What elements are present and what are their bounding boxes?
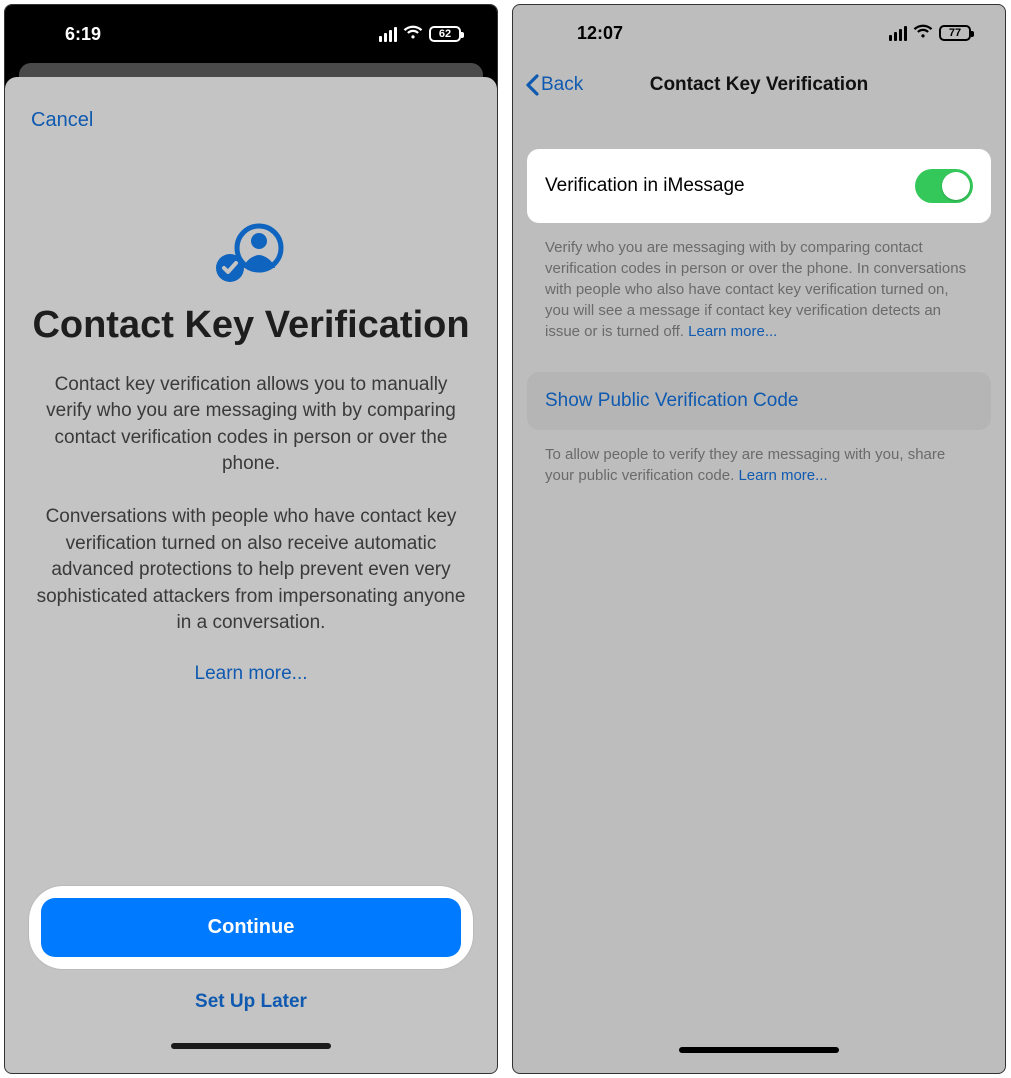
bottom-actions: Continue Set Up Later (27, 886, 475, 1073)
continue-button[interactable]: Continue (41, 898, 461, 957)
cellular-icon (889, 26, 907, 41)
nav-bar: Back Contact Key Verification (513, 61, 1005, 109)
battery-icon: 77 (939, 25, 971, 41)
battery-icon: 62 (429, 26, 461, 42)
cancel-button[interactable]: Cancel (27, 109, 475, 132)
status-bar: 12:07 77 (513, 5, 1005, 61)
back-button[interactable]: Back (525, 74, 583, 96)
toggle-label: Verification in iMessage (545, 175, 745, 197)
verification-toggle-cell: Verification in iMessage (527, 149, 991, 223)
set-up-later-button[interactable]: Set Up Later (27, 987, 475, 1043)
show-code-footer-learn-more[interactable]: Learn more... (738, 467, 827, 484)
toggle-footer-learn-more[interactable]: Learn more... (688, 323, 777, 340)
intro-sheet-screen: 6:19 62 Cancel Contact Key Verificat (4, 4, 498, 1074)
toggle-footer: Verify who you are messaging with by com… (527, 223, 991, 372)
continue-highlight: Continue (29, 886, 473, 969)
status-indicators: 62 (379, 24, 461, 45)
toggle-knob (942, 172, 970, 200)
home-indicator[interactable] (679, 1047, 839, 1053)
status-indicators: 77 (889, 23, 971, 44)
intro-paragraph-2: Conversations with people who have conta… (27, 504, 475, 637)
intro-paragraph-1: Contact key verification allows you to m… (27, 372, 475, 478)
chevron-left-icon (525, 74, 539, 96)
settings-screen: 12:07 77 Back Contact Key Verification V… (512, 4, 1006, 1074)
show-public-code-button[interactable]: Show Public Verification Code (545, 390, 798, 412)
show-code-cell[interactable]: Show Public Verification Code (527, 372, 991, 430)
back-label: Back (541, 74, 583, 96)
nav-title: Contact Key Verification (513, 74, 1005, 96)
verification-toggle[interactable] (915, 169, 973, 203)
home-indicator[interactable] (171, 1043, 331, 1049)
status-bar: 6:19 62 (5, 5, 497, 63)
status-time: 6:19 (65, 24, 101, 45)
show-code-footer: To allow people to verify they are messa… (527, 430, 991, 516)
wifi-icon (403, 24, 423, 45)
status-time: 12:07 (577, 23, 623, 44)
learn-more-link[interactable]: Learn more... (27, 663, 475, 685)
contact-verify-hero-icon (213, 222, 289, 286)
sheet-backdrop: Cancel Contact Key Verification Contact … (5, 63, 497, 1073)
modal-sheet: Cancel Contact Key Verification Contact … (5, 77, 497, 1073)
page-title: Contact Key Verification (27, 304, 475, 348)
cellular-icon (379, 27, 397, 42)
wifi-icon (913, 23, 933, 44)
settings-body: Verification in iMessage Verify who you … (513, 109, 1005, 516)
background-window-peek (19, 63, 483, 77)
